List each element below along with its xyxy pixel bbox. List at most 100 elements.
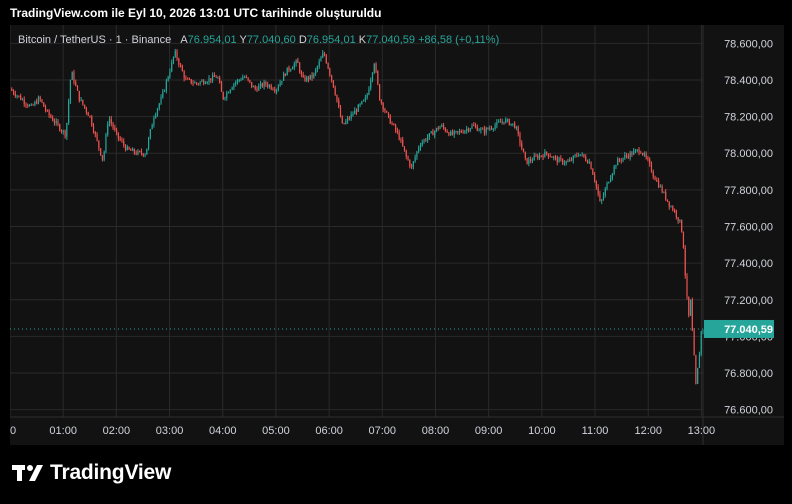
open-label: A [180,34,188,46]
candle-body [345,121,347,124]
candle-body [439,126,441,130]
symbol-label[interactable]: Bitcoin / TetherUS · 1 · Binance [18,34,171,46]
candle-body [100,148,102,156]
candle-body [73,72,75,83]
candle-body [370,80,372,89]
candle-body [416,151,418,158]
candle-body [94,132,96,135]
candle-body [117,132,119,139]
candle-body [437,128,439,130]
candle-body [215,76,217,78]
candle-body [702,330,704,332]
candle-body [625,155,628,157]
candle-body [36,101,38,104]
candle-body [41,99,43,103]
candle-body [363,99,365,102]
candle-body [402,139,404,147]
candle-body [384,109,386,112]
candle-body [144,154,146,156]
candle-body [474,125,477,127]
candle-body [570,159,573,161]
candle-body [537,155,539,159]
candle-body [579,154,581,156]
candle-body [162,91,164,98]
brand-name: TradingView [50,461,172,484]
candle-body [291,67,294,70]
candle-body [389,115,391,124]
x-tick-label: 04:00 [209,425,237,437]
candle-body [71,72,73,80]
candle-body [331,75,333,81]
candle-body [243,76,246,78]
candle-body [185,78,187,80]
candle-body [254,86,256,89]
candle-body [108,119,111,125]
candle-body [476,126,478,131]
candle-body [631,152,633,155]
candle-body [498,121,500,123]
candle-body [352,114,354,116]
candle-body [627,155,629,158]
tradingview-logo[interactable]: TradingView [12,461,171,485]
candle-body [578,155,580,157]
candle-body [78,90,80,101]
candle-body [98,140,100,149]
candle-body [634,150,637,152]
y-tick-label: 78.600,00 [724,38,773,50]
candle-body [407,156,409,161]
chart-panel[interactable]: 78.600,00 78.400,00 78.200,00 78.000,00 77.8… [10,25,784,445]
candle-body [48,110,50,116]
candle-body [494,125,496,129]
candle-body [654,176,656,181]
candle-body [679,219,681,221]
candle-body [60,130,63,132]
candle-body [629,152,631,158]
candle-body [210,78,212,81]
candle-body [636,149,638,151]
candle-body [124,145,127,150]
candle-body [107,124,109,135]
candle-body [167,76,169,81]
y-tick-label: 78.400,00 [724,75,773,87]
candle-body [96,134,98,141]
candle-body [681,219,683,233]
candle-body [673,210,676,212]
candle-body [666,199,669,202]
candle-body [361,101,363,104]
candle-body [652,171,654,177]
candle-body [354,110,356,115]
candle-body [450,131,452,136]
candle-body [599,194,601,201]
candle-body [148,138,150,149]
candle-body [508,119,510,126]
candle-body [165,80,167,91]
candle-body [259,83,262,86]
candle-body [423,139,425,143]
candle-body [110,119,112,124]
candle-body [116,129,118,133]
candle-body [418,147,420,152]
y-tick-label: 77.600,00 [724,221,773,233]
candle-body [307,76,310,80]
candle-body [359,103,361,105]
x-tick-label: 08:00 [422,425,450,437]
candle-body [137,150,139,155]
candle-body [281,80,283,83]
candle-body [540,155,542,157]
candle-body [304,77,306,81]
candle-body [526,157,528,164]
candle-body [414,157,416,162]
candle-body [444,127,446,132]
candle-body [146,148,148,155]
price-chart[interactable]: 78.600,00 78.400,00 78.200,00 78.000,00 77.8… [10,25,784,445]
candle-body [700,331,702,355]
candle-body [229,89,231,93]
candle-body [251,81,253,87]
candle-body [213,75,215,77]
candle-body [119,138,121,140]
candle-body [638,149,640,153]
candle-body [300,72,303,75]
candle-body [457,131,459,133]
candle-body [633,151,635,155]
candle-body [601,199,603,201]
